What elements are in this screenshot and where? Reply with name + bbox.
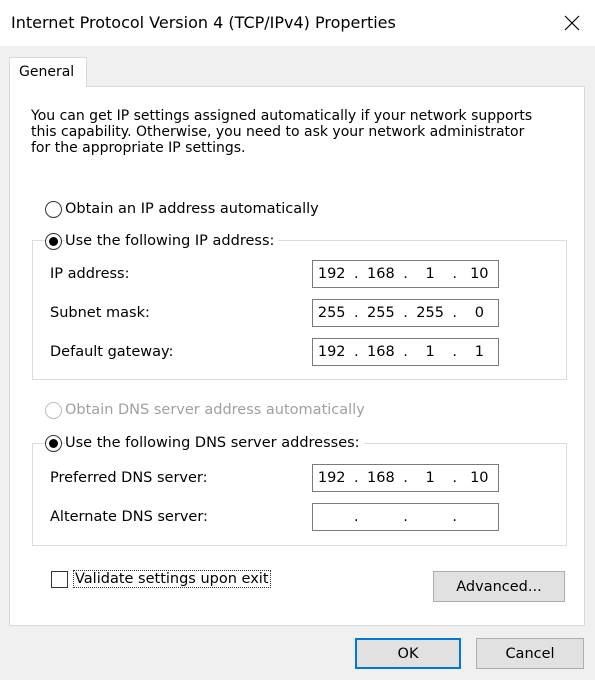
octet: 10 [470, 266, 489, 282]
preferred-dns-input[interactable]: 192. 168. 1. 10 [312, 464, 499, 492]
radio-circle [45, 200, 62, 218]
default-gateway-input[interactable]: 192. 168. 1. 1 [312, 338, 499, 366]
preferred-dns-label: Preferred DNS server: [50, 470, 208, 486]
octet: 192 [317, 266, 346, 282]
octet-dot: . [452, 344, 457, 360]
octet-dot: . [353, 509, 359, 525]
info-line: this capability. Otherwise, you need to … [31, 124, 525, 140]
octet: 255 [416, 305, 444, 321]
octet-dot: . [403, 266, 408, 282]
close-button[interactable] [549, 0, 595, 46]
subnet-mask-label: Subnet mask: [50, 305, 150, 321]
radio-circle [45, 434, 62, 452]
octet: 168 [367, 344, 395, 360]
obtain-ip-auto-radio[interactable]: Obtain an IP address automatically [45, 199, 319, 219]
title-bar: Internet Protocol Version 4 (TCP/IPv4) P… [0, 0, 595, 46]
ok-button[interactable]: OK [355, 638, 461, 669]
info-text: You can get IP settings assigned automat… [31, 108, 571, 156]
close-icon [564, 15, 580, 31]
radio-circle [45, 401, 62, 419]
subnet-mask-input[interactable]: 255. 255. 255. 0 [312, 299, 499, 327]
tab-general[interactable]: General [9, 57, 87, 87]
alternate-dns-label: Alternate DNS server: [50, 509, 208, 525]
octet: 1 [425, 344, 435, 360]
checkbox-box [51, 570, 68, 588]
use-following-dns-radio[interactable]: Use the following DNS server addresses: [45, 433, 364, 453]
octet: 0 [474, 305, 484, 321]
octet: 255 [367, 305, 395, 321]
ip-address-label: IP address: [50, 266, 130, 282]
octet-dot: . [403, 509, 408, 525]
ip-address-group: IP address: 192. 168. 1. 10 Subnet mask:… [32, 240, 567, 380]
dns-server-group: Preferred DNS server: 192. 168. 1. 10 Al… [32, 443, 567, 546]
use-following-ip-label: Use the following IP address: [65, 233, 279, 249]
octet: 10 [470, 470, 489, 486]
obtain-dns-auto-label: Obtain DNS server address automatically [65, 402, 365, 418]
octet: 1 [425, 266, 435, 282]
alternate-dns-input[interactable]: . . . [312, 503, 499, 531]
advanced-button[interactable]: Advanced... [433, 571, 565, 602]
use-following-dns-label: Use the following DNS server addresses: [65, 435, 364, 451]
use-following-ip-radio[interactable]: Use the following IP address: [45, 231, 279, 251]
octet-dot: . [403, 470, 408, 486]
octet: 255 [317, 305, 346, 321]
octet-dot: . [452, 305, 457, 321]
default-gateway-label: Default gateway: [50, 344, 174, 360]
obtain-dns-auto-radio[interactable]: Obtain DNS server address automatically [45, 400, 365, 420]
octet-dot: . [353, 470, 359, 486]
ip-address-input[interactable]: 192. 168. 1. 10 [312, 260, 499, 288]
window-title: Internet Protocol Version 4 (TCP/IPv4) P… [11, 13, 396, 32]
octet-dot: . [353, 344, 359, 360]
octet-dot: . [452, 266, 457, 282]
octet-dot: . [452, 470, 457, 486]
info-line: for the appropriate IP settings. [31, 140, 246, 156]
octet-dot: . [452, 509, 457, 525]
octet-dot: . [353, 266, 359, 282]
validate-settings-checkbox[interactable]: Validate settings upon exit [51, 570, 271, 588]
octet: 1 [425, 470, 435, 486]
octet: 192 [317, 344, 346, 360]
octet-dot: . [403, 305, 408, 321]
validate-settings-label: Validate settings upon exit [73, 570, 271, 588]
info-line: You can get IP settings assigned automat… [31, 108, 533, 124]
radio-circle [45, 232, 62, 250]
octet-dot: . [353, 305, 359, 321]
octet-dot: . [403, 344, 408, 360]
octet: 168 [367, 470, 395, 486]
octet: 1 [474, 344, 484, 360]
cancel-button[interactable]: Cancel [476, 638, 584, 669]
octet: 192 [317, 470, 346, 486]
obtain-ip-auto-label: Obtain an IP address automatically [65, 201, 319, 217]
octet: 168 [367, 266, 395, 282]
general-panel: You can get IP settings assigned automat… [9, 86, 585, 626]
